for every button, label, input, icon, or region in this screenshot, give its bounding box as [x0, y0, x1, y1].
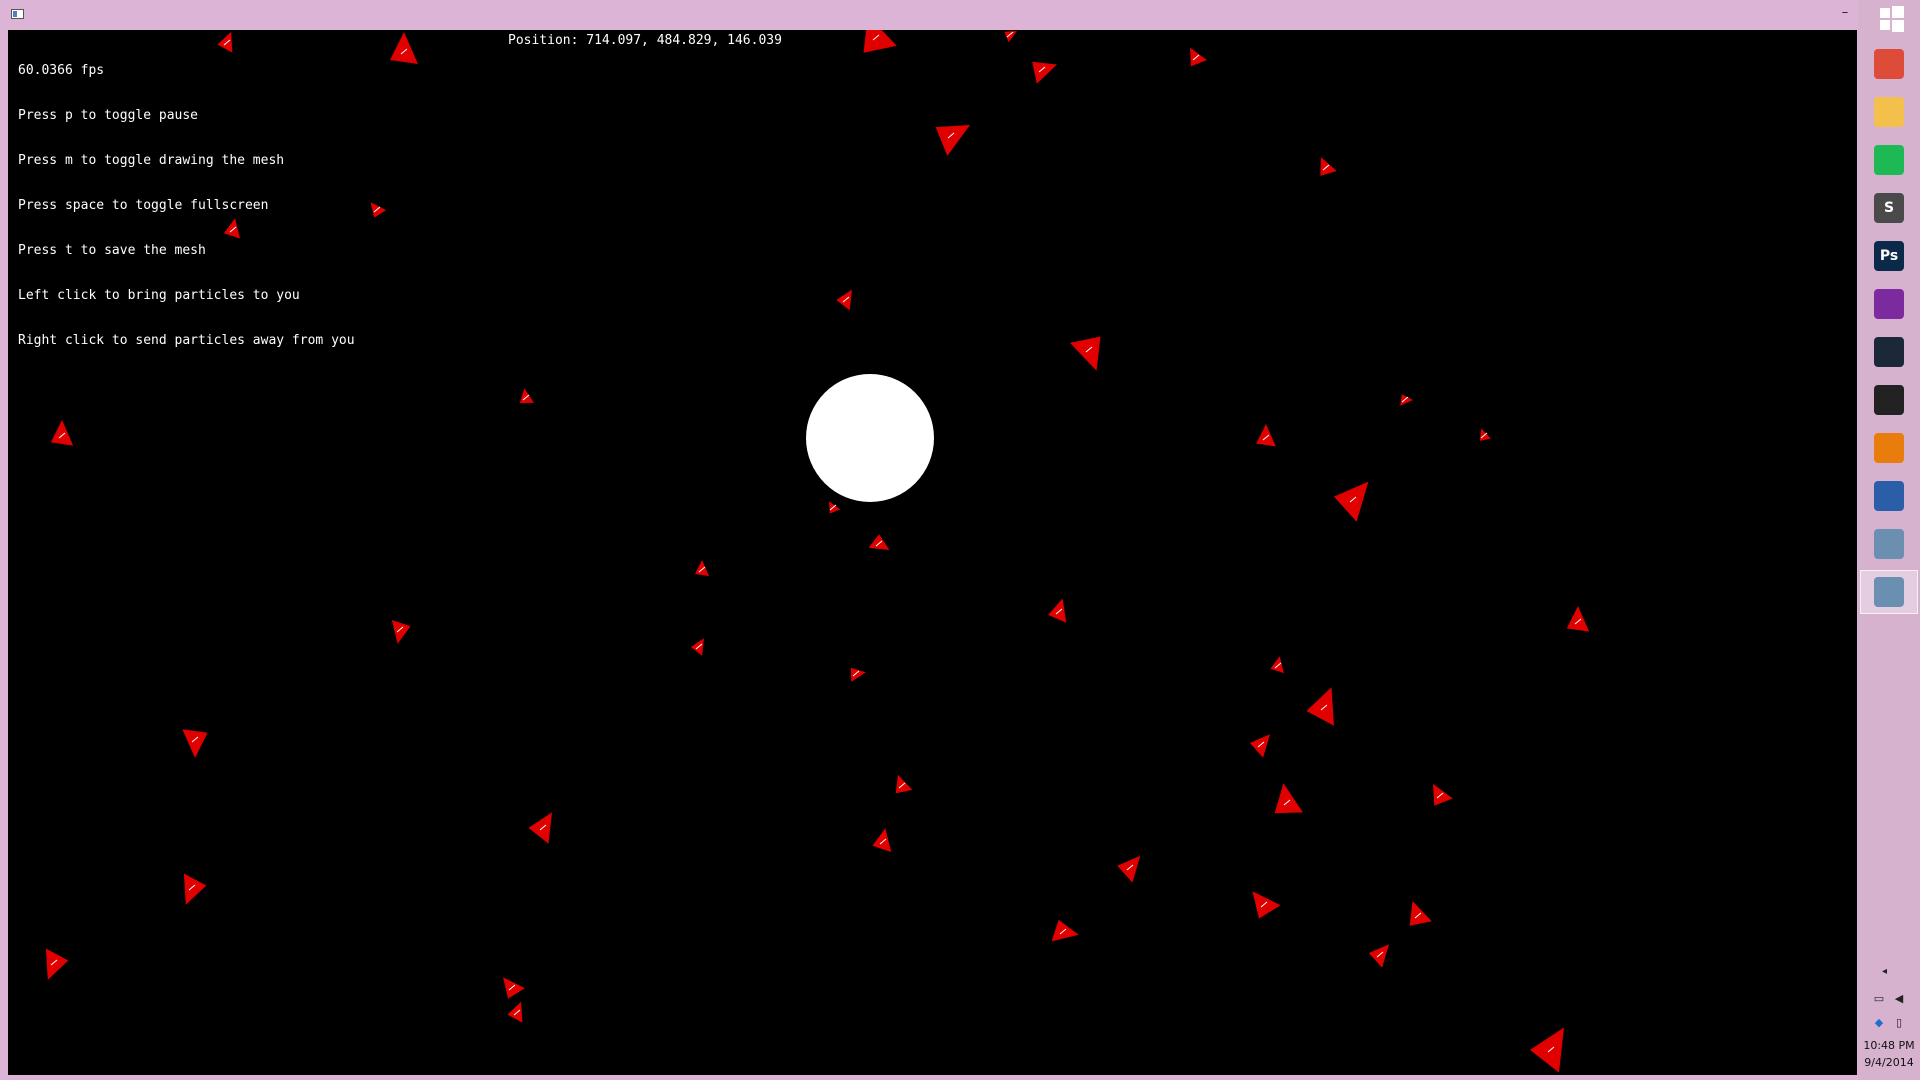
taskbar-app-button[interactable]: S [1860, 186, 1918, 230]
particle [1320, 157, 1337, 176]
taskbar-app-button[interactable] [1860, 282, 1918, 326]
particle [1032, 61, 1057, 84]
particle [45, 948, 69, 980]
taskbar-app-button[interactable]: Ps [1860, 234, 1918, 278]
particle [1270, 656, 1284, 674]
particle-field [45, 30, 1590, 1073]
taskbar-app-button[interactable] [1860, 330, 1918, 374]
spotify-icon [1874, 145, 1904, 175]
particle [507, 1001, 523, 1023]
particle [528, 812, 552, 844]
windows-logo-icon [1892, 20, 1904, 32]
blender-icon [1874, 433, 1904, 463]
taskbar-app-button[interactable] [1860, 522, 1918, 566]
app-window-icon [1874, 529, 1904, 559]
taskbar-app-button[interactable] [1860, 138, 1918, 182]
dropbox-icon[interactable]: ◆ [1872, 1016, 1886, 1030]
particle [183, 873, 207, 905]
clock-time: 10:48 PM [1863, 1039, 1915, 1052]
particle [50, 420, 74, 446]
render-viewport[interactable]: 60.0366 fps Press p to toggle pause Pres… [8, 30, 1857, 1075]
particle [503, 977, 525, 999]
particle [1274, 783, 1303, 814]
chrome-icon [1874, 49, 1904, 79]
windows-logo-icon [1892, 6, 1904, 18]
particle [1256, 424, 1276, 447]
taskbar-app-button[interactable] [1860, 42, 1918, 86]
taskbar: S Ps ◂ ▭ ◀ ◆ ▯ 10:48 PM 9/4/2014 [1858, 0, 1920, 1080]
particle [836, 289, 852, 311]
particle [390, 32, 418, 64]
title-bar[interactable]: – [0, 0, 1858, 30]
powershell-icon [1874, 481, 1904, 511]
particle [1566, 606, 1590, 632]
particle [182, 729, 208, 758]
particle [850, 667, 866, 682]
particle [1190, 47, 1207, 67]
network-icon[interactable]: ▭ [1872, 992, 1886, 1006]
particle [391, 620, 411, 644]
attractor-sphere [806, 374, 934, 502]
taskbar-app-button[interactable] [1860, 90, 1918, 134]
clock[interactable]: 10:48 PM 9/4/2014 [1858, 1037, 1920, 1071]
particle [223, 218, 240, 239]
app-window: – 60.0366 fps Press p to toggle pause Pr… [0, 0, 1858, 1080]
particle [1530, 1027, 1564, 1073]
particle [1070, 336, 1101, 371]
particle [217, 31, 233, 53]
unity-icon [1874, 385, 1904, 415]
file-explorer-icon [1874, 97, 1904, 127]
windows-logo-icon [1880, 8, 1890, 18]
windows-logo-icon [1880, 20, 1890, 30]
particle [370, 202, 387, 218]
start-button[interactable] [1866, 4, 1912, 34]
taskbar-app-button[interactable] [1860, 426, 1918, 470]
particle [1433, 783, 1453, 806]
particle [872, 828, 892, 852]
steam-icon [1874, 337, 1904, 367]
photoshop-icon: Ps [1874, 241, 1904, 271]
particle [829, 501, 841, 514]
particle [1051, 919, 1079, 942]
clock-date: 9/4/2014 [1864, 1056, 1914, 1069]
particle [1252, 891, 1281, 919]
volume-icon[interactable]: ◀ [1892, 992, 1906, 1006]
taskbar-app-button[interactable] [1860, 474, 1918, 518]
battery-icon[interactable]: ▯ [1892, 1016, 1906, 1030]
particle [1334, 481, 1369, 522]
particle [695, 560, 709, 576]
particle [1306, 687, 1334, 726]
particle [863, 30, 897, 53]
taskbar-app-button[interactable] [1860, 570, 1918, 614]
particle [1400, 394, 1413, 406]
particle [519, 388, 534, 404]
tray-expand-icon[interactable]: ◂ [1882, 966, 1887, 977]
window-system-icon[interactable] [11, 9, 24, 19]
app-window-icon [1874, 577, 1904, 607]
particle [935, 125, 971, 156]
windows-tiles-icon [1874, 289, 1904, 319]
particle [690, 638, 704, 656]
taskbar-app-button[interactable] [1860, 378, 1918, 422]
sublime-text-icon: S [1874, 193, 1904, 223]
particle [868, 534, 890, 550]
particle [1004, 31, 1017, 43]
particle [1048, 598, 1067, 623]
minimize-button[interactable]: – [1836, 4, 1854, 22]
